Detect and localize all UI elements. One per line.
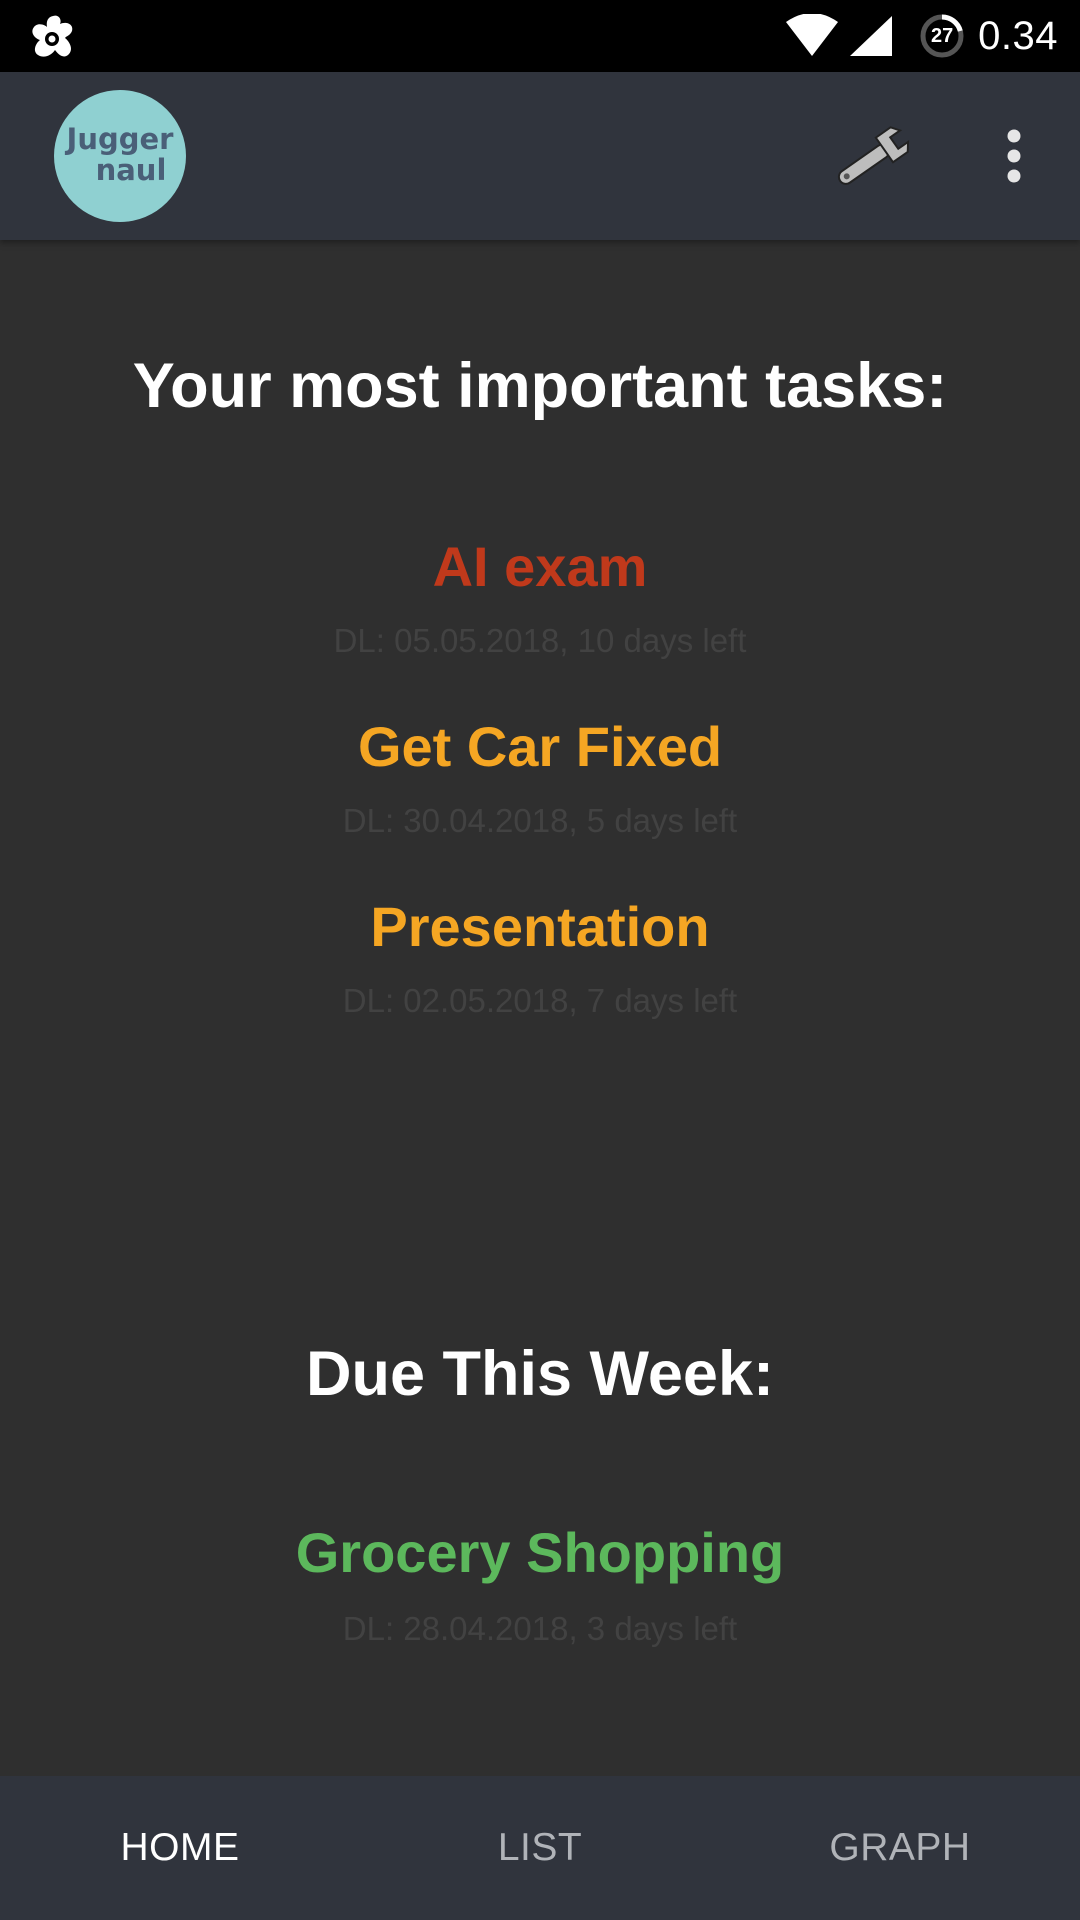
app-logo[interactable]: Jugger naul <box>54 90 186 222</box>
bottom-navigation: HOME LIST GRAPH <box>0 1776 1080 1920</box>
logo-line-2: naul <box>95 153 167 187</box>
logo-line-1: Jugger <box>66 122 174 156</box>
tab-list[interactable]: LIST <box>360 1776 720 1920</box>
important-tasks-heading: Your most important tasks: <box>132 351 948 421</box>
task-title[interactable]: Presentation <box>0 894 1080 959</box>
tab-graph[interactable]: GRAPH <box>720 1776 1080 1920</box>
status-bar: 27 0.34 <box>0 0 1080 72</box>
due-this-week-heading: Due This Week: <box>306 1339 774 1409</box>
task-title[interactable]: AI exam <box>0 534 1080 599</box>
task-deadline: DL: 28.04.2018, 3 days left <box>342 1610 738 1647</box>
task-deadline: DL: 30.04.2018, 5 days left <box>342 802 738 839</box>
battery-icon: 27 <box>920 14 964 58</box>
wrench-icon[interactable] <box>826 112 922 200</box>
home-content: Your most important tasks: AI exam DL: 0… <box>0 240 1080 1776</box>
cell-signal-icon <box>850 16 893 56</box>
tab-home[interactable]: HOME <box>0 1776 360 1920</box>
avast-icon <box>32 15 73 57</box>
task-deadline: DL: 02.05.2018, 7 days left <box>342 982 738 1019</box>
task-title[interactable]: Grocery Shopping <box>0 1520 1080 1585</box>
status-time: 0.34 <box>978 13 1058 58</box>
more-vert-icon[interactable] <box>990 112 1038 200</box>
wifi-icon <box>786 14 839 56</box>
status-indicators: 27 0.34 <box>784 0 1058 72</box>
app-screen: 27 0.34 Jugger naul Your most important … <box>0 0 1080 1920</box>
task-title[interactable]: Get Car Fixed <box>0 714 1080 779</box>
battery-level: 27 <box>931 25 954 47</box>
app-bar: Jugger naul <box>0 72 1080 240</box>
task-deadline: DL: 05.05.2018, 10 days left <box>333 622 747 659</box>
logo-text: Jugger naul <box>54 124 186 186</box>
